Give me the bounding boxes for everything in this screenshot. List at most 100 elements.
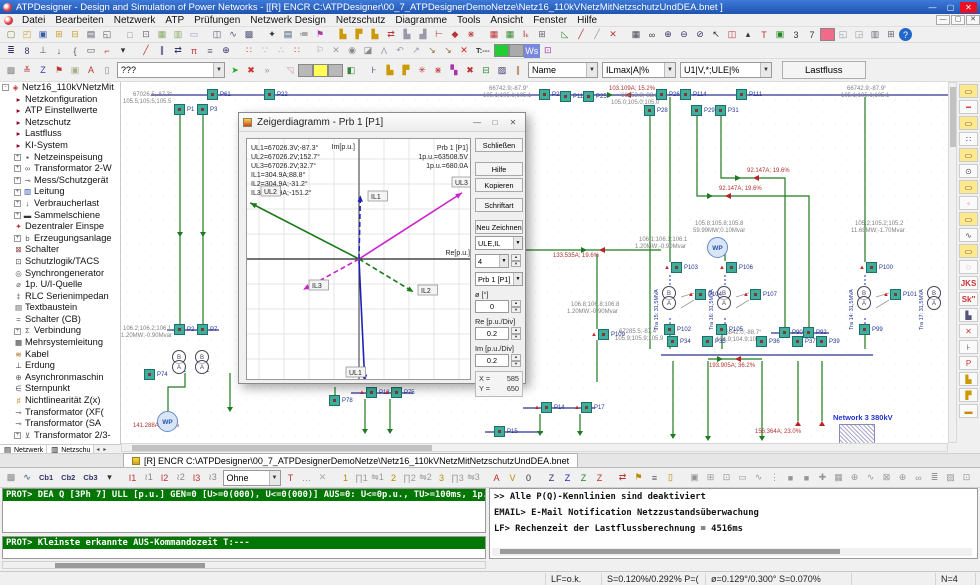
count-spinner[interactable]: ▲▼ [511, 254, 521, 267]
tree-expand-icon[interactable]: + [14, 165, 21, 172]
tree-item[interactable]: ▸ Lastfluss [0, 128, 120, 140]
z-1234-icon[interactable]: Z [592, 471, 608, 485]
comp-clamp-icon[interactable]: ⊦ [959, 340, 978, 354]
grid7-label[interactable]: 7 [804, 28, 820, 42]
tree-item[interactable]: ∈ Sternpunkt [0, 383, 120, 395]
profile-yellow2-icon[interactable]: ▛ [351, 28, 367, 42]
comp-jks-icon[interactable]: JKS [959, 276, 978, 290]
flag2-icon[interactable]: ⚑ [631, 471, 647, 485]
bus-node[interactable]: ▲ P15 [494, 426, 518, 437]
bus-node[interactable]: ▲ P7 [197, 324, 217, 335]
text-a2-icon[interactable]: A [489, 471, 505, 485]
compare-icon[interactable]: ≔ [296, 28, 312, 42]
z-ns-icon[interactable]: Z [544, 471, 560, 485]
cut-network-icon[interactable]: ⋇ [463, 28, 479, 42]
bus-node[interactable]: ▲ P114 [680, 89, 707, 100]
t-value-label[interactable]: T:--- [472, 44, 494, 58]
select-mode-icon[interactable]: ▾ [115, 44, 131, 58]
bus-node[interactable]: ▲ P99 [859, 324, 883, 335]
save-small-icon[interactable]: ▣ [67, 63, 83, 77]
voltage-display-combo[interactable]: U1|V,*;ULE|%▼ [680, 62, 772, 78]
delete-draw-icon[interactable]: ✕ [605, 28, 621, 42]
pattern2-icon[interactable]: ▩ [3, 471, 19, 485]
menu-item[interactable]: Ansicht [485, 15, 528, 26]
bus-node[interactable]: ▲ P78 [329, 395, 353, 406]
kopieren-button[interactable]: Kopieren [475, 178, 523, 192]
mirror-h-icon[interactable]: ↗ [408, 44, 424, 58]
hscroll-thumb[interactable] [132, 445, 432, 451]
tacs-node-icon[interactable]: ⊡ [540, 44, 556, 58]
tree-item[interactable]: + Σ Verbindung [0, 325, 120, 337]
canvas-vscrollbar[interactable] [948, 82, 957, 443]
bus-node[interactable]: ▲ P101 [883, 289, 917, 300]
bus-node[interactable]: ▲ P100 [859, 262, 893, 273]
delete-icon[interactable]: ✕ [456, 44, 472, 58]
tree-item[interactable]: + ⊸ Mess/Schutzgerät [0, 175, 120, 187]
tree-item[interactable]: - ◈ Netz16_110kVNetzMit [0, 82, 120, 94]
bus-node[interactable]: ▲ P105 [716, 324, 743, 335]
tools-icon[interactable]: ✦ [264, 28, 280, 42]
bus-node[interactable]: ▲ P106 [719, 262, 753, 273]
bus-node[interactable]: ▲ P74 [144, 369, 168, 380]
schriftart-button[interactable]: Schriftart [475, 198, 523, 212]
new-doc-icon[interactable]: □ [122, 28, 138, 42]
zero-label-icon[interactable]: 0 [521, 471, 537, 485]
bus-node[interactable]: ▲ P107 [743, 289, 777, 300]
menu-item[interactable]: Hilfe [572, 15, 602, 26]
bus-node[interactable]: ▲ P102 [664, 324, 691, 335]
axis3-icon[interactable]: 3 [434, 471, 450, 485]
group-icon[interactable]: ∥ [510, 63, 526, 77]
line-icon[interactable]: ╱ [138, 44, 154, 58]
coupling-icon[interactable]: ⇄ [170, 44, 186, 58]
grid-diagram-icon[interactable]: ▩ [241, 28, 257, 42]
tree-item[interactable]: ⊠ Schalter [0, 244, 120, 256]
tree-item[interactable]: ◎ Synchrongenerator [0, 268, 120, 280]
node-check-icon[interactable]: ⊟ [478, 63, 494, 77]
search-combo[interactable]: ???▼ [117, 62, 225, 78]
maximize-button[interactable]: ▢ [942, 2, 959, 13]
tree-expand-icon[interactable]: + [14, 235, 21, 242]
vscroll-thumb[interactable] [950, 87, 956, 147]
bus-node[interactable]: ▲ P22 [264, 89, 288, 100]
diagram-window-icon[interactable]: ◫ [209, 28, 225, 42]
copy-icon[interactable]: ⊡ [138, 28, 154, 42]
bus-node[interactable]: ▲ P14 [534, 402, 565, 413]
comp-box6-icon[interactable]: ▭ [959, 244, 978, 258]
z-blue-icon[interactable]: Z [35, 63, 51, 77]
draw-line2-icon[interactable]: ╱ [589, 28, 605, 42]
tree-item[interactable]: ⊸ Transformator (XF( [0, 407, 120, 419]
console-left-hscrollbar[interactable] [2, 561, 486, 569]
cancel-icon[interactable]: ✕ [328, 44, 344, 58]
menu-item[interactable]: Bearbeiten [50, 15, 108, 26]
tree-item[interactable]: + ▥ Leitung [0, 186, 120, 198]
comp-box2-icon[interactable]: ▭ [959, 116, 978, 130]
view-glasses-icon[interactable]: ∞ [644, 28, 660, 42]
ellipsis-icon[interactable]: … [299, 471, 315, 485]
draw-line-icon[interactable]: ╱ [573, 28, 589, 42]
scissors-icon[interactable]: ⋇ [430, 63, 446, 77]
tree-item[interactable]: ⊡ Schutzlogik/TACS [0, 256, 120, 268]
tree-item[interactable]: ⌀ 1p. U/I-Quelle [0, 279, 120, 291]
panel-icon[interactable]: ▯ [663, 471, 679, 485]
mdi-restore-button[interactable]: ▢ [951, 15, 965, 25]
current-display-combo[interactable]: ILmax|A|%▼ [602, 62, 676, 78]
tree-item[interactable]: ▸ Netzschutz [0, 117, 120, 129]
tree-item[interactable]: ▸ ATP Einstellwerte [0, 105, 120, 117]
node-red-icon[interactable]: ◆ [447, 28, 463, 42]
swap-arrows-icon[interactable]: ⇄ [383, 28, 399, 42]
transformer-symbol[interactable]: B A [195, 350, 211, 374]
cursor-icon[interactable]: ▴ [740, 28, 756, 42]
phase1-icon[interactable]: I1 [125, 471, 141, 485]
comp-chart2-icon[interactable]: ▛ [959, 388, 978, 402]
profile-yellow3-icon[interactable]: ▙ [367, 28, 383, 42]
wave2-icon[interactable]: ∿ [19, 471, 35, 485]
bus-node[interactable]: ▲ P25 [583, 91, 607, 102]
bus-node[interactable]: ▲ P75 [384, 387, 415, 398]
cp-icon[interactable]: ∵ [257, 44, 273, 58]
x-small-icon[interactable]: ✖ [462, 63, 478, 77]
probe-combo[interactable]: Prb 1 [P1]▼ [475, 272, 523, 286]
bus-node[interactable]: ▲ P104 [688, 289, 722, 300]
tooltip-icon[interactable]: T [756, 28, 772, 42]
tree-expand-icon[interactable]: + [14, 212, 21, 219]
dialog-close-button[interactable]: ✕ [505, 116, 521, 129]
